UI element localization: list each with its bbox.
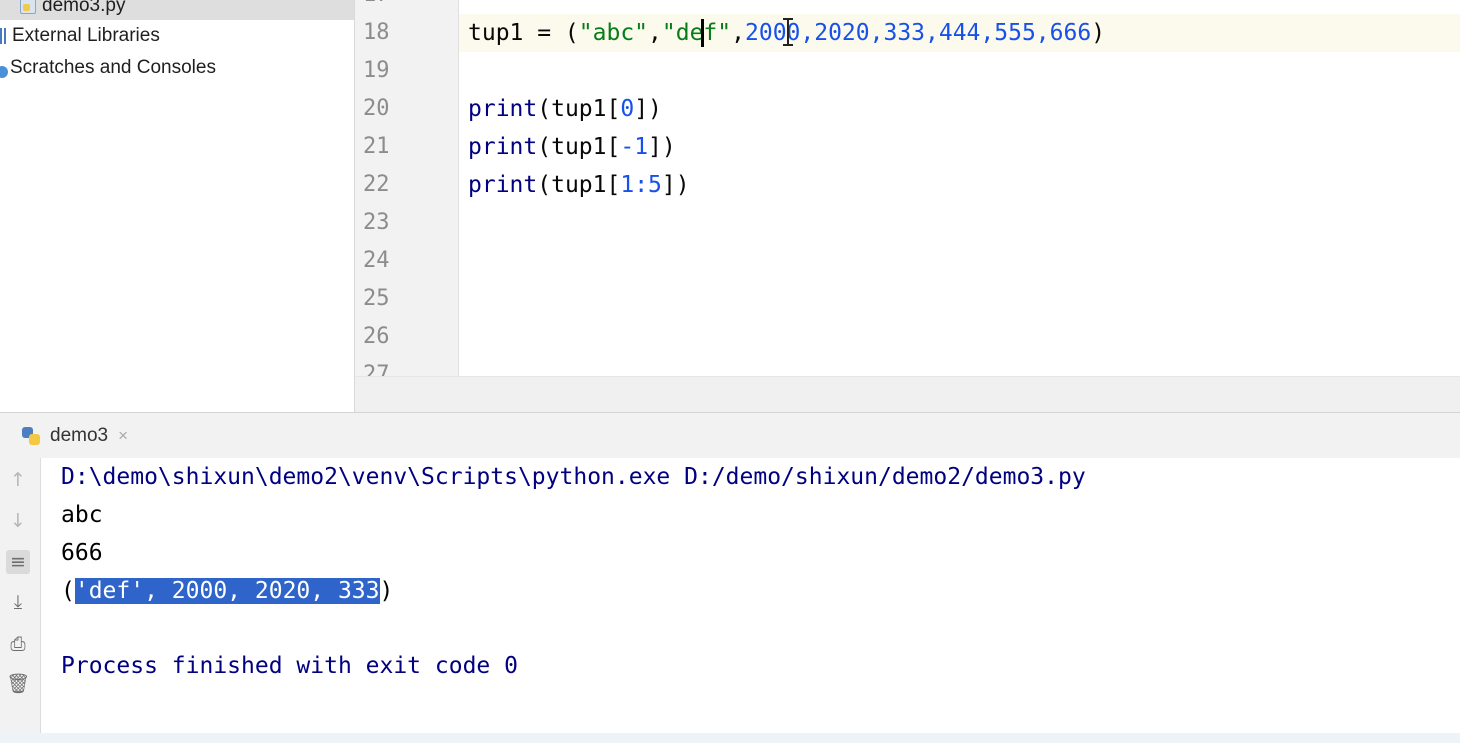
line-number: 21 [363, 134, 390, 159]
line-number: 24 [363, 248, 390, 273]
python-file-icon [20, 0, 36, 14]
tree-item-label: demo3.py [42, 0, 126, 16]
line-number-gutter: 17 18 19 20 21 22 23 24 25 26 27 [355, 0, 459, 376]
code-line-20[interactable]: print(tup1[0]) [468, 90, 662, 128]
run-panel-header: demo3 × [0, 412, 1460, 458]
up-arrow-icon[interactable]: ↑ [6, 468, 30, 492]
print-icon[interactable]: ⎙ [6, 632, 30, 656]
code-token: , [648, 20, 662, 46]
line-number: 18 [363, 20, 390, 45]
close-icon[interactable]: × [118, 426, 128, 446]
string-literal: "def" [661, 20, 732, 46]
string-literal: "abc" [578, 20, 649, 46]
code-token: (tup1[ [537, 96, 621, 122]
code-token: , [731, 20, 745, 46]
tree-item-external-libraries[interactable]: External Libraries [0, 22, 354, 50]
code-line-21[interactable]: print(tup1[-1]) [468, 128, 676, 166]
ibeam-cursor-icon [783, 18, 793, 46]
tree-item-demo3-py[interactable]: demo3.py [0, 0, 354, 20]
soft-wrap-icon[interactable]: ≡ [6, 550, 30, 574]
tree-item-label: Scratches and Consoles [10, 57, 216, 78]
line-number: 27 [363, 362, 390, 376]
line-number: 23 [363, 210, 390, 235]
scroll-to-end-icon[interactable]: ⤓ [6, 590, 30, 614]
console-exit-line: Process finished with exit code 0 [61, 653, 518, 679]
bottom-edge [0, 733, 1460, 743]
line-number: 17 [363, 0, 403, 14]
tree-item-label: External Libraries [12, 25, 160, 46]
index-literal: 0 [620, 96, 635, 122]
line-number: 26 [363, 324, 390, 349]
code-token: ]) [648, 134, 676, 160]
down-arrow-icon[interactable]: ↓ [6, 509, 30, 533]
builtin-print: print [468, 172, 538, 198]
console-token: ( [61, 578, 75, 604]
editor-scroll-strip[interactable] [355, 376, 1460, 413]
console-command-line: D:\demo\shixun\demo2\venv\Scripts\python… [61, 464, 1086, 490]
tree-item-scratches-and-consoles[interactable]: Scratches and Consoles [0, 54, 354, 82]
console-output[interactable]: D:\demo\shixun\demo2\venv\Scripts\python… [41, 458, 1460, 743]
index-literal: -1 [620, 134, 649, 160]
console-output-line: abc [61, 502, 103, 528]
code-token: tup1 = ( [468, 20, 579, 46]
console-token: ) [379, 578, 394, 604]
libraries-icon [0, 28, 6, 44]
line-number: 20 [363, 96, 390, 121]
code-editor[interactable]: 17 18 19 20 21 22 23 24 25 26 27 tup1 = … [355, 0, 1460, 376]
line-number: 22 [363, 172, 390, 197]
code-token: ) [1091, 20, 1106, 46]
run-tab-demo3[interactable]: demo3 × [22, 413, 128, 459]
console-output-line: 666 [61, 540, 103, 566]
line-number: 25 [363, 286, 390, 311]
trash-icon[interactable]: 🗑 [6, 672, 30, 696]
builtin-print: print [468, 134, 538, 160]
code-token: (tup1[ [537, 134, 621, 160]
text-caret [701, 19, 704, 47]
scratches-icon [0, 66, 8, 78]
number-literals: 2000,2020,333,444,555,666 [745, 20, 1092, 46]
run-tab-label: demo3 [50, 425, 109, 446]
selected-text: 'def', 2000, 2020, 333 [74, 578, 380, 604]
code-token: ]) [634, 96, 662, 122]
code-token: (tup1[ [537, 172, 621, 198]
line-number: 19 [363, 58, 390, 83]
run-toolbar: ↑ ↓ ≡ ⤓ ⎙ 🗑 [0, 458, 41, 743]
builtin-print: print [468, 96, 538, 122]
python-icon [22, 427, 40, 445]
slice-literal: 1:5 [620, 172, 662, 198]
code-line-22[interactable]: print(tup1[1:5]) [468, 166, 690, 204]
code-token: ]) [661, 172, 690, 198]
console-output-line: ('def', 2000, 2020, 333) [61, 572, 393, 610]
project-tree-panel: demo3.py External Libraries Scratches an… [0, 0, 355, 412]
